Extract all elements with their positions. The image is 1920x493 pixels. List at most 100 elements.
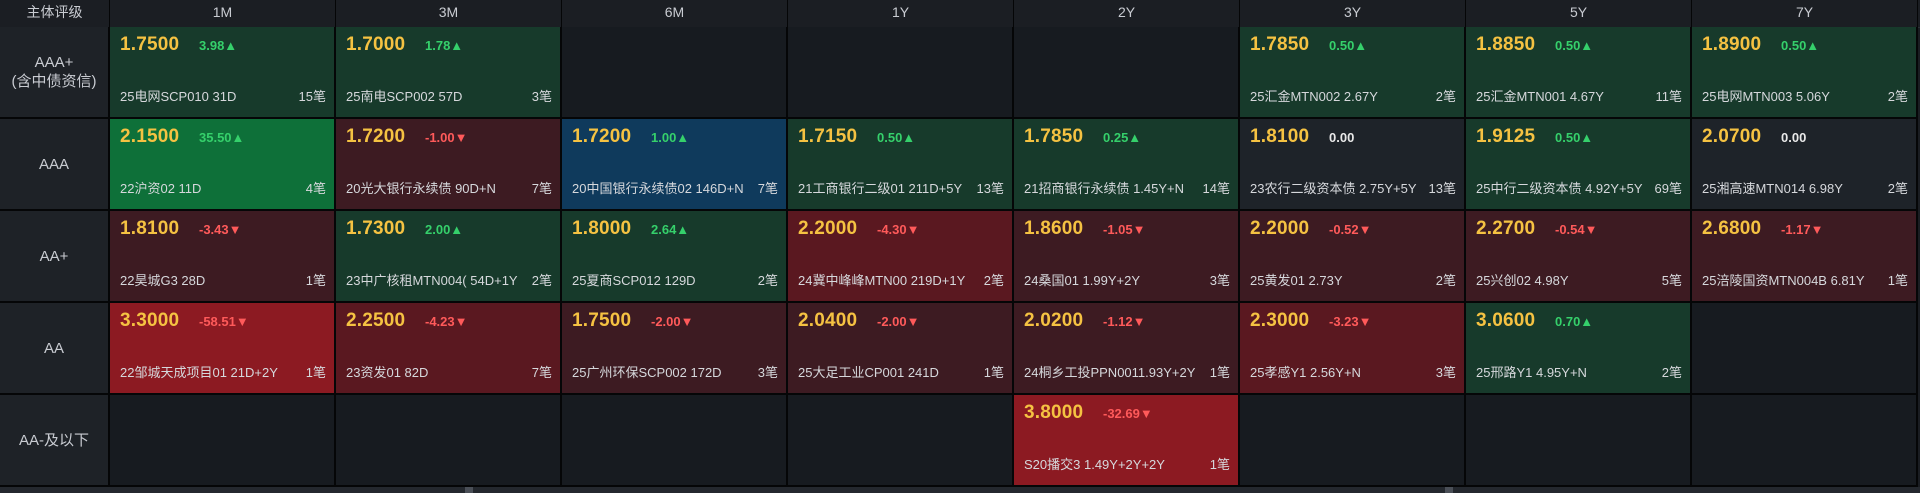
bond-name: 23农行二级资本债 2.75Y+5Y — [1250, 181, 1417, 196]
quote-cell[interactable]: 2.6800 -1.17▼ 25涪陵国资MTN004B 6.81Y 1笔 — [1692, 211, 1918, 303]
quote-cell[interactable]: 1.8850 0.50▲ 25汇金MTN001 4.67Y 11笔 — [1466, 27, 1692, 119]
quote-cell[interactable]: 2.0200 -1.12▼ 24桐乡工投PPN0011.93Y+2Y 1笔 — [1014, 303, 1240, 395]
empty-cell — [788, 27, 1014, 119]
rating-label: AAA — [0, 119, 110, 211]
quote-cell[interactable]: 1.7850 0.25▲ 21招商银行永续债 1.45Y+N 14笔 — [1014, 119, 1240, 211]
scroll-thumb-left[interactable] — [465, 487, 473, 493]
bond-name: 21招商银行永续债 1.45Y+N — [1024, 181, 1185, 196]
trade-count: 1笔 — [983, 365, 1004, 380]
scroll-thumb-right[interactable] — [1445, 487, 1453, 493]
bond-name: 21工商银行二级01 211D+5Y — [798, 181, 963, 196]
tenor-header[interactable]: 6M — [562, 0, 788, 27]
rating-label: AAA+ (含中债资信) — [0, 27, 110, 119]
bond-name: 25兴创02 4.98Y — [1476, 273, 1569, 288]
yield-rate: 1.7000 — [346, 34, 406, 55]
bond-name: 25电网MTN003 5.06Y — [1702, 89, 1830, 104]
quote-cell[interactable]: 1.7500 3.98▲ 25电网SCP010 31D 15笔 — [110, 27, 336, 119]
yield-rate: 2.1500 — [120, 126, 180, 147]
bp-change: 0.50▲ — [1781, 38, 1820, 53]
empty-cell — [1692, 303, 1918, 395]
tenor-header-row: 主体评级 1M 3M 6M 1Y 2Y 3Y 5Y 7Y — [0, 0, 1920, 28]
corner-header: 主体评级 — [0, 0, 110, 27]
bond-name: S20播交3 1.49Y+2Y+2Y — [1024, 457, 1165, 472]
bond-name: 24冀中峰峰MTN00 219D+1Y — [798, 273, 966, 288]
quote-cell[interactable]: 2.2700 -0.54▼ 25兴创02 4.98Y 5笔 — [1466, 211, 1692, 303]
bond-name: 20中国银行永续债02 146D+N — [572, 181, 744, 196]
yield-rate: 3.8000 — [1024, 402, 1084, 423]
tenor-header[interactable]: 1Y — [788, 0, 1014, 27]
quote-cell[interactable]: 2.2000 -4.30▼ 24冀中峰峰MTN00 219D+1Y 2笔 — [788, 211, 1014, 303]
yield-rate: 1.8100 — [1250, 126, 1310, 147]
quote-cell[interactable]: 1.7150 0.50▲ 21工商银行二级01 211D+5Y 13笔 — [788, 119, 1014, 211]
yield-rate: 2.2500 — [346, 310, 406, 331]
trade-count: 14笔 — [1202, 181, 1230, 196]
yield-rate: 1.8850 — [1476, 34, 1536, 55]
trade-count: 1笔 — [1887, 273, 1908, 288]
yield-rate: 1.8600 — [1024, 218, 1084, 239]
quote-cell[interactable]: 1.8100 0.00 23农行二级资本债 2.75Y+5Y 13笔 — [1240, 119, 1466, 211]
quote-cell[interactable]: 3.0600 0.70▲ 25邢路Y1 4.95Y+N 2笔 — [1466, 303, 1692, 395]
trade-count: 3笔 — [1435, 365, 1456, 380]
bond-name: 22邹城天成项目01 21D+2Y — [120, 365, 278, 380]
tenor-header[interactable]: 7Y — [1692, 0, 1918, 27]
quote-cell[interactable]: 3.3000 -58.51▼ 22邹城天成项目01 21D+2Y 1笔 — [110, 303, 336, 395]
tenor-header[interactable]: 3Y — [1240, 0, 1466, 27]
empty-cell — [562, 395, 788, 487]
trade-count: 5笔 — [1661, 273, 1682, 288]
quote-cell[interactable]: 3.8000 -32.69▼ S20播交3 1.49Y+2Y+2Y 1笔 — [1014, 395, 1240, 487]
bp-change: -1.17▼ — [1781, 222, 1824, 237]
bp-change: -1.12▼ — [1103, 314, 1146, 329]
quote-cell[interactable]: 2.0700 0.00 25湘高速MTN014 6.98Y 2笔 — [1692, 119, 1918, 211]
tenor-header[interactable]: 5Y — [1466, 0, 1692, 27]
quote-cell[interactable]: 1.8000 2.64▲ 25夏商SCP012 129D 2笔 — [562, 211, 788, 303]
trade-count: 2笔 — [757, 273, 778, 288]
quote-cell[interactable]: 1.7200 -1.00▼ 20光大银行永续债 90D+N 7笔 — [336, 119, 562, 211]
quote-cell[interactable]: 1.7000 1.78▲ 25南电SCP002 57D 3笔 — [336, 27, 562, 119]
quote-cell[interactable]: 1.7500 -2.00▼ 25广州环保SCP002 172D 3笔 — [562, 303, 788, 395]
bp-change: 0.50▲ — [877, 130, 916, 145]
rating-label-text: AAA+ — [34, 54, 74, 71]
rating-sublabel-text: (含中债资信) — [11, 73, 97, 90]
quote-cell[interactable]: 2.0400 -2.00▼ 25大足工业CP001 241D 1笔 — [788, 303, 1014, 395]
yield-rate: 2.2700 — [1476, 218, 1536, 239]
quote-cell[interactable]: 2.3000 -3.23▼ 25孝感Y1 2.56Y+N 3笔 — [1240, 303, 1466, 395]
quote-cell[interactable]: 1.7200 1.00▲ 20中国银行永续债02 146D+N 7笔 — [562, 119, 788, 211]
trade-count: 15笔 — [298, 89, 326, 104]
yield-rate: 2.3000 — [1250, 310, 1310, 331]
bond-name: 25湘高速MTN014 6.98Y — [1702, 181, 1843, 196]
yield-rate: 1.8900 — [1702, 34, 1762, 55]
quote-cell[interactable]: 2.1500 35.50▲ 22沪资02 11D 4笔 — [110, 119, 336, 211]
bond-name: 25邢路Y1 4.95Y+N — [1476, 365, 1587, 380]
yield-rate: 2.6800 — [1702, 218, 1762, 239]
quote-cell[interactable]: 1.8100 -3.43▼ 22昊城G3 28D 1笔 — [110, 211, 336, 303]
quote-cell[interactable]: 2.2500 -4.23▼ 23资发01 82D 7笔 — [336, 303, 562, 395]
rating-label-text: AA-及以下 — [18, 431, 89, 449]
bond-name: 25汇金MTN002 2.67Y — [1250, 89, 1378, 104]
yield-rate: 1.7300 — [346, 218, 406, 239]
trade-count: 7笔 — [757, 181, 778, 196]
empty-cell — [110, 395, 336, 487]
quote-cell[interactable]: 1.7300 2.00▲ 23中广核租MTN004( 54D+1Y 2笔 — [336, 211, 562, 303]
quote-cell[interactable]: 1.9125 0.50▲ 25中行二级资本债 4.92Y+5Y 69笔 — [1466, 119, 1692, 211]
trade-count: 2笔 — [1435, 273, 1456, 288]
bp-change: -4.23▼ — [425, 314, 468, 329]
tenor-header[interactable]: 3M — [336, 0, 562, 27]
yield-rate: 1.7850 — [1250, 34, 1310, 55]
quote-cell[interactable]: 2.2000 -0.52▼ 25黄发01 2.73Y 2笔 — [1240, 211, 1466, 303]
tenor-header[interactable]: 2Y — [1014, 0, 1240, 27]
yield-rate: 1.8000 — [572, 218, 632, 239]
quote-cell[interactable]: 1.7850 0.50▲ 25汇金MTN002 2.67Y 2笔 — [1240, 27, 1466, 119]
bp-change: -2.00▼ — [877, 314, 920, 329]
trade-count: 2笔 — [1435, 89, 1456, 104]
bp-change: 2.64▲ — [651, 222, 690, 237]
quote-cell[interactable]: 1.8600 -1.05▼ 24桑国01 1.99Y+2Y 3笔 — [1014, 211, 1240, 303]
empty-cell — [1692, 395, 1918, 487]
bp-change: 1.78▲ — [425, 38, 464, 53]
horizontal-scrollbar[interactable] — [0, 487, 1920, 493]
yield-rate: 2.0700 — [1702, 126, 1762, 147]
tenor-header[interactable]: 1M — [110, 0, 336, 27]
trade-count: 1笔 — [1209, 365, 1230, 380]
quote-cell[interactable]: 1.8900 0.50▲ 25电网MTN003 5.06Y 2笔 — [1692, 27, 1918, 119]
trade-count: 13笔 — [1428, 181, 1456, 196]
bp-change: 1.00▲ — [651, 130, 690, 145]
